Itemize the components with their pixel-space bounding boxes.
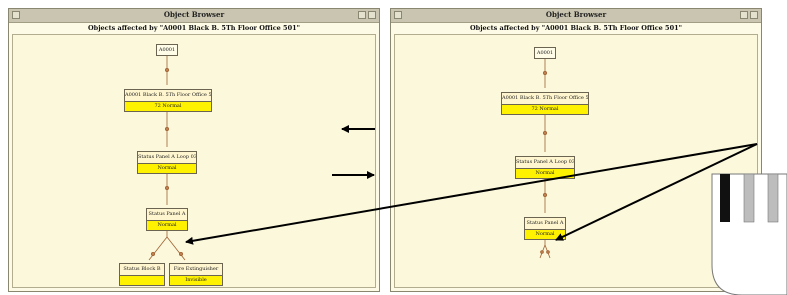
pointer-line-to-window1-icon [185,143,758,245]
annotation-overlay [185,125,787,295]
keyboard-keys-icon [711,173,787,295]
